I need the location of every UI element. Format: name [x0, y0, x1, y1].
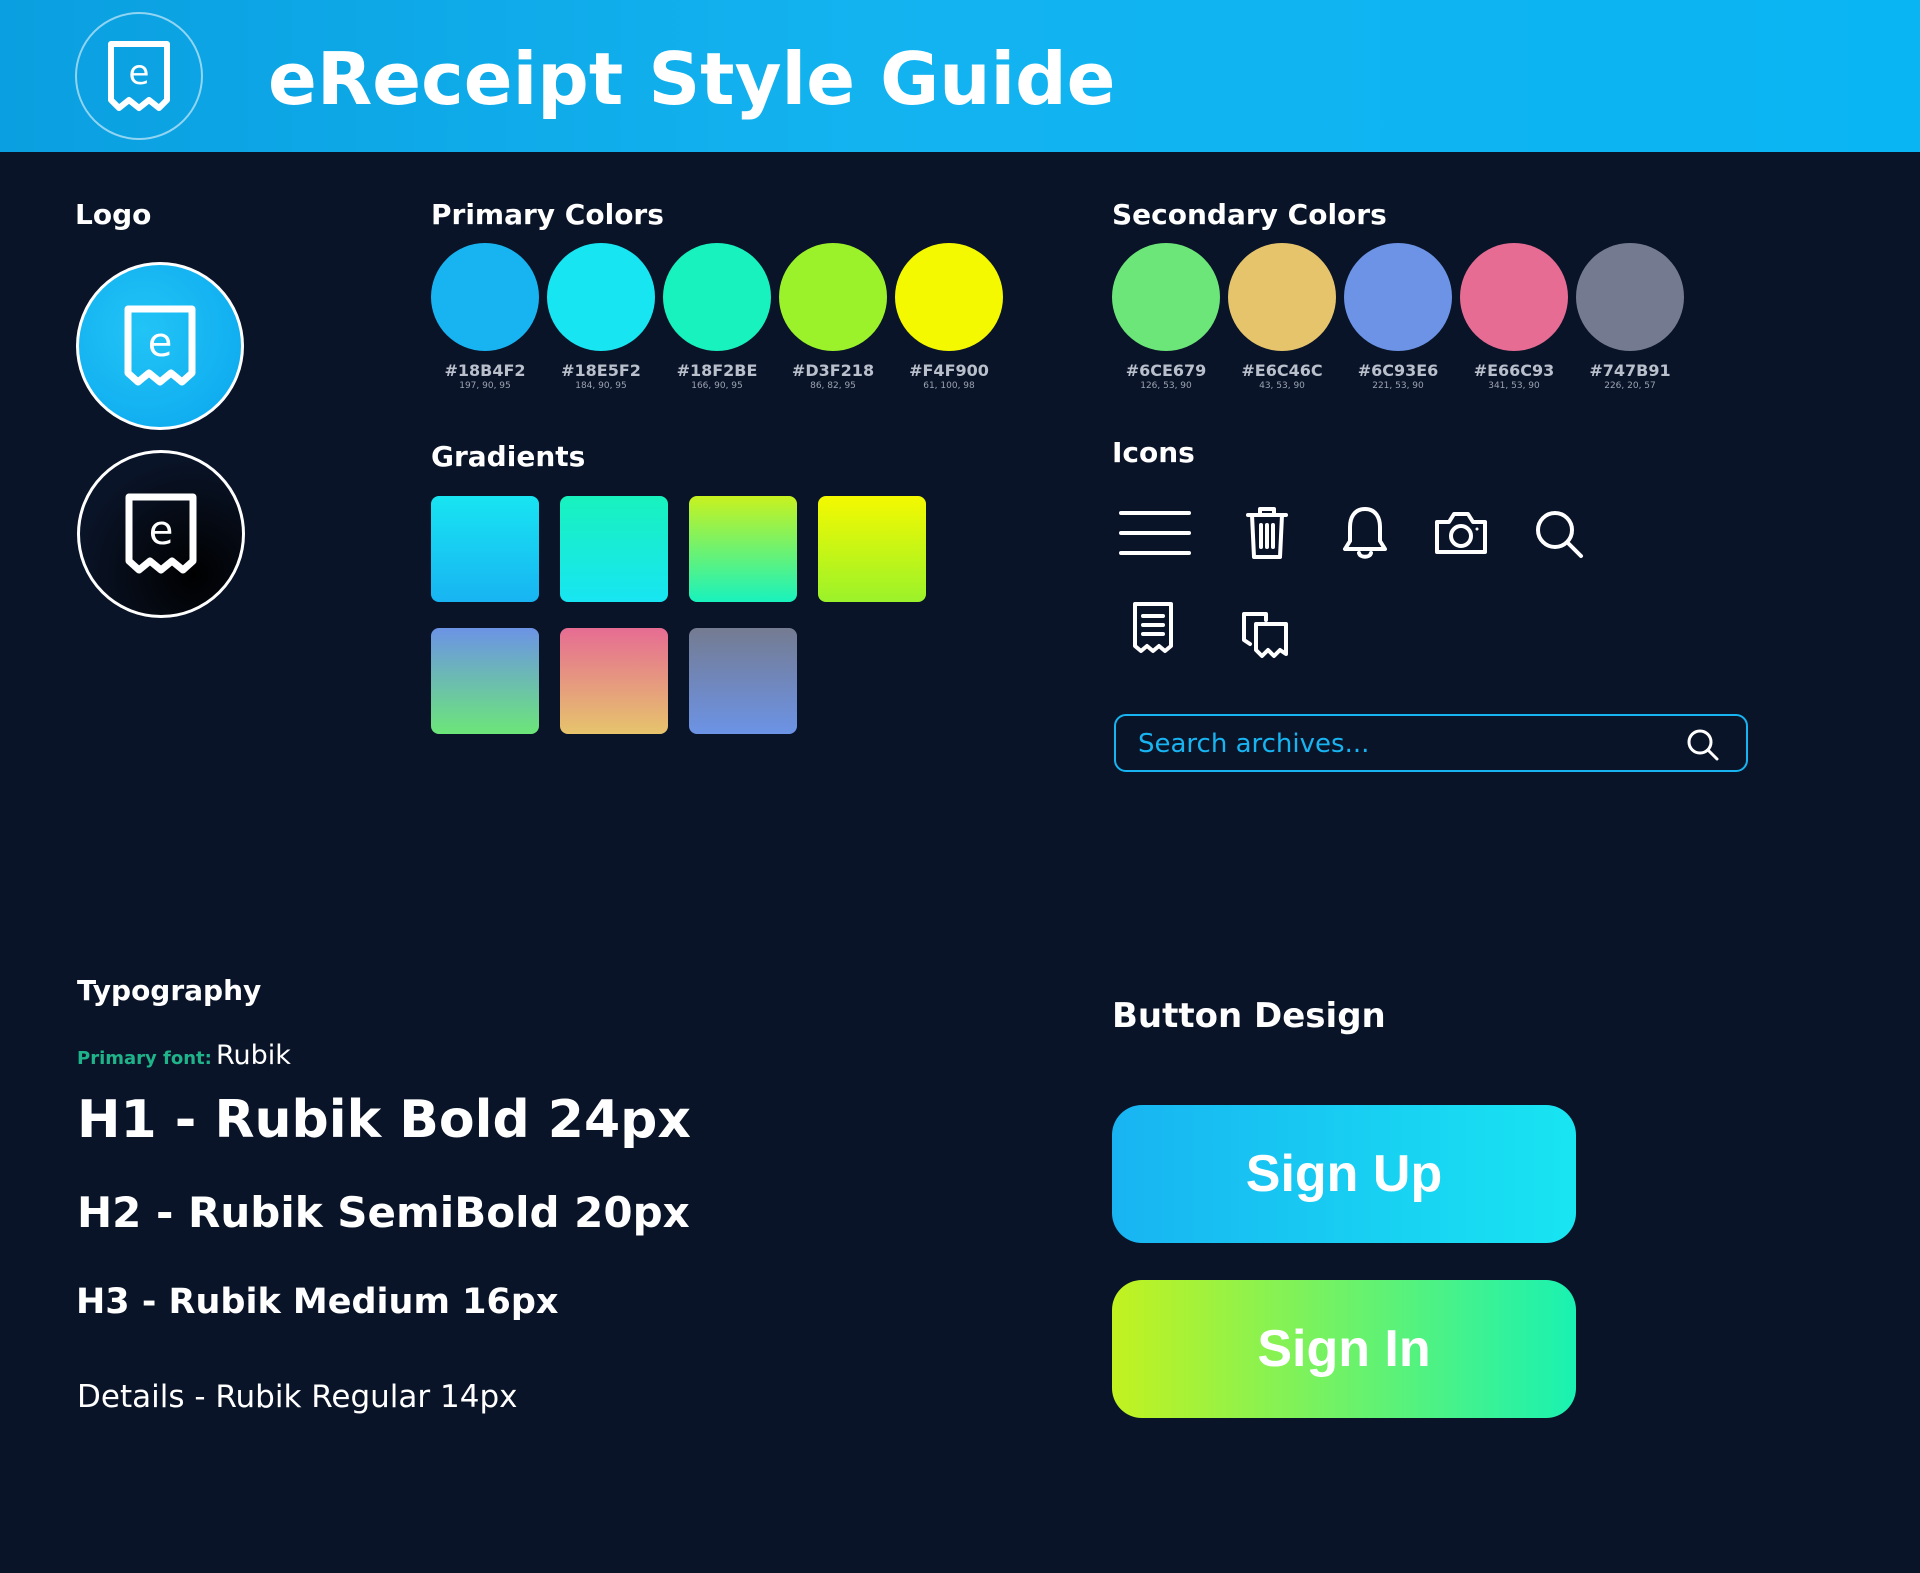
color-hex: #747B91: [1589, 361, 1671, 380]
search-archives-input[interactable]: Search archives...: [1114, 714, 1748, 772]
color-dot: [663, 243, 771, 351]
gradient-swatch: [431, 496, 539, 602]
color-hsb: 221, 53, 90: [1372, 381, 1424, 391]
primary-color-swatch: #18B4F2 197, 90, 95: [431, 243, 539, 391]
search-icon[interactable]: [1533, 508, 1585, 560]
gradient-swatch: [689, 628, 797, 734]
primary-color-swatch: #18E5F2 184, 90, 95: [547, 243, 655, 391]
color-dot: [431, 243, 539, 351]
h2-sample: H2 - Rubik SemiBold 20px: [77, 1188, 690, 1237]
secondary-color-swatch: #6C93E6 221, 53, 90: [1344, 243, 1452, 391]
search-placeholder: Search archives...: [1138, 729, 1370, 759]
color-dot: [1112, 243, 1220, 351]
color-hex: #6CE679: [1125, 361, 1207, 380]
receipt-e-icon: e: [125, 493, 197, 574]
color-dot: [1576, 243, 1684, 351]
details-sample: Details - Rubik Regular 14px: [77, 1379, 518, 1415]
gradient-swatch: [818, 496, 926, 602]
svg-text:e: e: [148, 320, 173, 366]
secondary-color-swatch: #747B91 226, 20, 57: [1576, 243, 1684, 391]
primary-color-swatch: #D3F218 86, 82, 95: [779, 243, 887, 391]
logo-dark: e: [77, 450, 245, 618]
color-hsb: 43, 53, 90: [1259, 381, 1305, 391]
color-hex: #E66C93: [1473, 361, 1555, 380]
primary-color-swatch: #18F2BE 166, 90, 95: [663, 243, 771, 391]
color-dot: [1344, 243, 1452, 351]
color-dot: [547, 243, 655, 351]
search-icon[interactable]: [1686, 728, 1720, 762]
secondary-colors-row: #6CE679 126, 53, 90 #E6C46C 43, 53, 90 #6C93…: [1112, 243, 1692, 391]
sign-up-button[interactable]: Sign Up: [1112, 1105, 1576, 1243]
gradients-title: Gradients: [431, 440, 586, 473]
receipt-e-icon: e: [108, 41, 170, 111]
svg-text:e: e: [129, 53, 150, 93]
secondary-color-swatch: #E6C46C 43, 53, 90: [1228, 243, 1336, 391]
secondary-color-swatch: #6CE679 126, 53, 90: [1112, 243, 1220, 391]
menu-icon[interactable]: [1118, 508, 1192, 558]
color-hex: #18F2BE: [676, 361, 758, 380]
h1-sample: H1 - Rubik Bold 24px: [77, 1090, 691, 1150]
sign-in-button[interactable]: Sign In: [1112, 1280, 1576, 1418]
color-hex: #E6C46C: [1241, 361, 1323, 380]
color-dot: [1460, 243, 1568, 351]
icons-title: Icons: [1112, 436, 1195, 469]
color-dot: [779, 243, 887, 351]
primary-font-value: Rubik: [216, 1040, 291, 1071]
color-hex: #D3F218: [791, 361, 875, 380]
svg-text:e: e: [149, 508, 174, 554]
gradient-swatch: [560, 496, 668, 602]
logo-section-title: Logo: [75, 198, 152, 231]
page-title: eReceipt Style Guide: [268, 37, 1116, 121]
color-hex: #6C93E6: [1357, 361, 1439, 380]
secondary-colors-title: Secondary Colors: [1112, 198, 1387, 231]
camera-icon[interactable]: [1432, 508, 1490, 558]
gradient-swatch: [560, 628, 668, 734]
header-logo: e: [75, 12, 203, 140]
color-hex: #F4F900: [909, 361, 989, 380]
color-hsb: 166, 90, 95: [691, 381, 743, 391]
typography-title: Typography: [77, 974, 262, 1007]
secondary-color-swatch: #E66C93 341, 53, 90: [1460, 243, 1568, 391]
primary-color-swatch: #F4F900 61, 100, 98: [895, 243, 1003, 391]
h3-sample: H3 - Rubik Medium 16px: [76, 1282, 559, 1322]
color-dot: [1228, 243, 1336, 351]
gradient-swatch: [431, 628, 539, 734]
primary-colors-row: #18B4F2 197, 90, 95 #18E5F2 184, 90, 95 #18F…: [431, 243, 1011, 391]
receipts-copy-icon[interactable]: [1240, 608, 1292, 660]
color-hex: #18E5F2: [561, 361, 641, 380]
color-hsb: 86, 82, 95: [810, 381, 856, 391]
trash-icon[interactable]: [1244, 505, 1290, 561]
color-hsb: 184, 90, 95: [575, 381, 627, 391]
color-hsb: 341, 53, 90: [1488, 381, 1540, 391]
color-hsb: 226, 20, 57: [1604, 381, 1656, 391]
primary-font-label: Primary font:: [77, 1048, 212, 1069]
primary-colors-title: Primary Colors: [431, 198, 664, 231]
receipt-e-icon: e: [124, 305, 196, 386]
receipt-icon[interactable]: [1130, 600, 1176, 654]
color-dot: [895, 243, 1003, 351]
logo-blue: e: [76, 262, 244, 430]
color-hex: #18B4F2: [444, 361, 526, 380]
button-design-title: Button Design: [1112, 996, 1386, 1036]
gradient-swatch: [689, 496, 797, 602]
bell-icon[interactable]: [1340, 505, 1390, 561]
color-hsb: 197, 90, 95: [459, 381, 511, 391]
color-hsb: 61, 100, 98: [923, 381, 975, 391]
header: e eReceipt Style Guide: [0, 0, 1920, 152]
color-hsb: 126, 53, 90: [1140, 381, 1192, 391]
